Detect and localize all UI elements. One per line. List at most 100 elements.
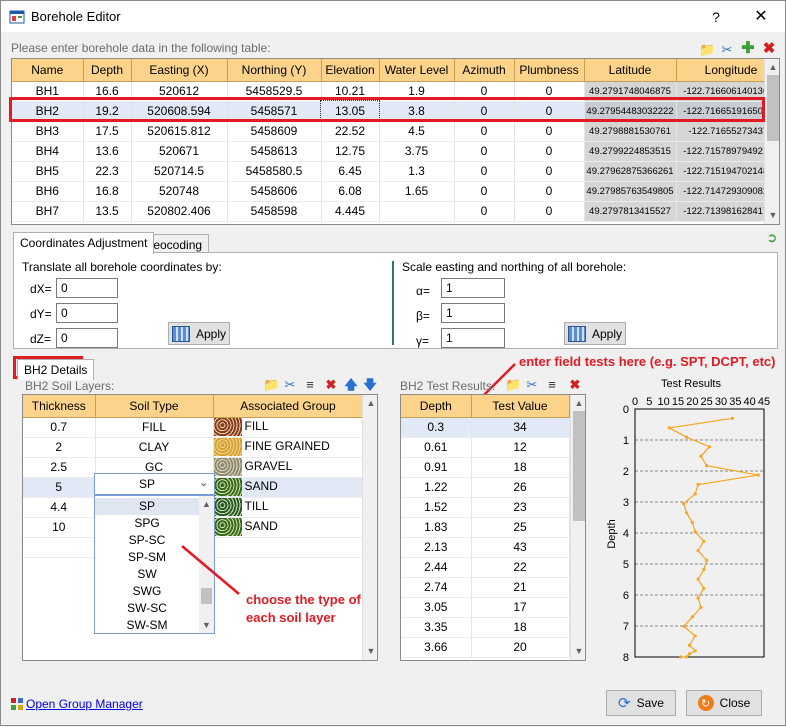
save-button[interactable]: ⟳ Save <box>606 690 676 716</box>
data-point <box>685 435 689 439</box>
delete-icon[interactable]: ✖ <box>567 377 583 393</box>
soil-type-annotation: choose the type of each soil layer <box>246 592 361 625</box>
test-table-scrollbar[interactable]: ▲ ▼ <box>570 395 585 660</box>
save-icon: ⟳ <box>618 695 631 712</box>
chart-frame <box>634 408 765 658</box>
test-results-table[interactable]: Depth Test Value 0.3 34 0.61 12 0.91 18 1.22 26 1… <box>400 394 586 661</box>
table-row[interactable]: 1.83 25 <box>401 517 570 538</box>
test-scroll-thumb[interactable] <box>573 411 585 521</box>
x-tick-label: 25 <box>701 396 713 408</box>
y-tick-label: 5 <box>623 559 629 571</box>
data-point <box>690 615 694 619</box>
data-point <box>685 511 689 515</box>
x-tick-label: 45 <box>758 396 770 408</box>
table-cell[interactable]: 0.3 <box>401 417 472 438</box>
y-tick-label: 8 <box>623 652 629 664</box>
close-label: Close <box>719 696 751 710</box>
chart-title: Test Results <box>661 378 721 390</box>
table-row[interactable]: 2.44 22 <box>401 557 570 578</box>
x-tick-label: 35 <box>729 396 741 408</box>
data-point <box>702 567 706 572</box>
table-cell[interactable]: 18 <box>471 617 570 638</box>
table-cell[interactable]: 2.74 <box>401 577 472 598</box>
table-cell[interactable]: 1.83 <box>401 517 472 538</box>
table-row[interactable]: 0.61 12 <box>401 437 570 458</box>
data-point <box>679 655 683 659</box>
data-point <box>707 445 712 449</box>
data-point <box>693 649 697 653</box>
table-cell[interactable]: 2.44 <box>401 557 472 578</box>
data-point <box>699 605 703 609</box>
tab-bh2-details[interactable]: BH2 Details <box>17 359 95 380</box>
x-tick-label: 15 <box>672 396 684 408</box>
data-point <box>682 624 686 628</box>
data-point <box>702 586 706 591</box>
table-row[interactable]: 3.35 18 <box>401 617 570 638</box>
data-point <box>730 416 735 420</box>
x-tick-label: 30 <box>715 396 727 408</box>
table-row[interactable]: 3.05 17 <box>401 597 570 618</box>
open-group-manager-link[interactable]: Open Group Manager <box>26 697 143 711</box>
data-point <box>682 501 686 506</box>
column-header[interactable]: Depth <box>401 395 472 418</box>
x-tick-label: 5 <box>646 396 652 408</box>
table-row[interactable]: 1.22 26 <box>401 477 570 498</box>
table-cell[interactable]: 20 <box>471 637 570 658</box>
y-tick-label: 4 <box>623 528 629 540</box>
x-tick-label: 0 <box>632 396 638 408</box>
table-cell[interactable]: 3.35 <box>401 617 472 638</box>
field-tests-annotation: enter field tests here (e.g. SPT, DCPT, … <box>519 354 776 369</box>
y-tick-label: 0 <box>623 404 629 416</box>
data-point <box>702 539 706 543</box>
table-cell[interactable]: 21 <box>471 577 570 598</box>
table-row[interactable]: 0.3 34 <box>401 417 570 438</box>
data-point <box>705 558 709 562</box>
table-cell[interactable]: 34 <box>471 417 570 438</box>
data-point <box>705 464 709 468</box>
table-cell[interactable]: 3.66 <box>401 637 472 658</box>
scroll-up-icon[interactable]: ▲ <box>571 398 585 408</box>
table-cell[interactable]: 26 <box>471 477 570 498</box>
data-point <box>685 655 689 659</box>
table-cell[interactable]: 23 <box>471 497 570 518</box>
table-row[interactable]: 1.52 23 <box>401 497 570 518</box>
insert-row-icon[interactable]: ≡ <box>544 377 560 393</box>
data-point <box>756 473 760 477</box>
data-point <box>667 426 671 430</box>
table-cell[interactable]: 0.91 <box>401 457 472 478</box>
table-cell[interactable]: 3.05 <box>401 597 472 618</box>
y-tick-label: 7 <box>623 621 629 633</box>
open-folder-icon[interactable]: 📁 <box>505 377 521 393</box>
tab-coordinates-adjustment[interactable]: Coordinates Adjustment <box>13 232 155 254</box>
table-cell[interactable]: 25 <box>471 517 570 538</box>
data-point <box>687 652 692 656</box>
table-cell[interactable]: 1.22 <box>401 477 472 498</box>
test-results-chart: Test Results Depth 0123456780 5 10 15 20 25 30… <box>606 378 770 664</box>
table-cell[interactable]: 22 <box>471 557 570 578</box>
data-point <box>696 577 700 581</box>
table-cell[interactable]: 12 <box>471 437 570 458</box>
y-tick-label: 1 <box>623 435 629 447</box>
y-tick-label: 3 <box>623 497 629 509</box>
edit-icon[interactable]: ✂ <box>524 377 540 393</box>
column-header[interactable]: Test Value <box>471 395 570 418</box>
table-cell[interactable]: 43 <box>471 537 570 558</box>
table-row[interactable]: 0.91 18 <box>401 457 570 478</box>
table-cell[interactable]: 17 <box>471 597 570 618</box>
data-point <box>696 596 700 600</box>
scroll-down-icon[interactable]: ▼ <box>571 646 585 656</box>
table-row[interactable]: 2.13 43 <box>401 537 570 558</box>
table-cell[interactable]: 0.61 <box>401 437 472 458</box>
table-cell[interactable]: 2.13 <box>401 537 472 558</box>
table-cell[interactable]: 1.52 <box>401 497 472 518</box>
table-row[interactable]: 3.66 20 <box>401 637 570 658</box>
data-point <box>690 520 694 525</box>
x-tick-label: 40 <box>744 396 756 408</box>
data-point <box>693 530 697 534</box>
data-point <box>693 492 697 496</box>
table-row[interactable]: 2.74 21 <box>401 577 570 598</box>
data-point <box>696 549 700 553</box>
x-tick-label: 10 <box>658 396 670 408</box>
close-button[interactable]: ↻ Close <box>686 690 762 716</box>
table-cell[interactable]: 18 <box>471 457 570 478</box>
